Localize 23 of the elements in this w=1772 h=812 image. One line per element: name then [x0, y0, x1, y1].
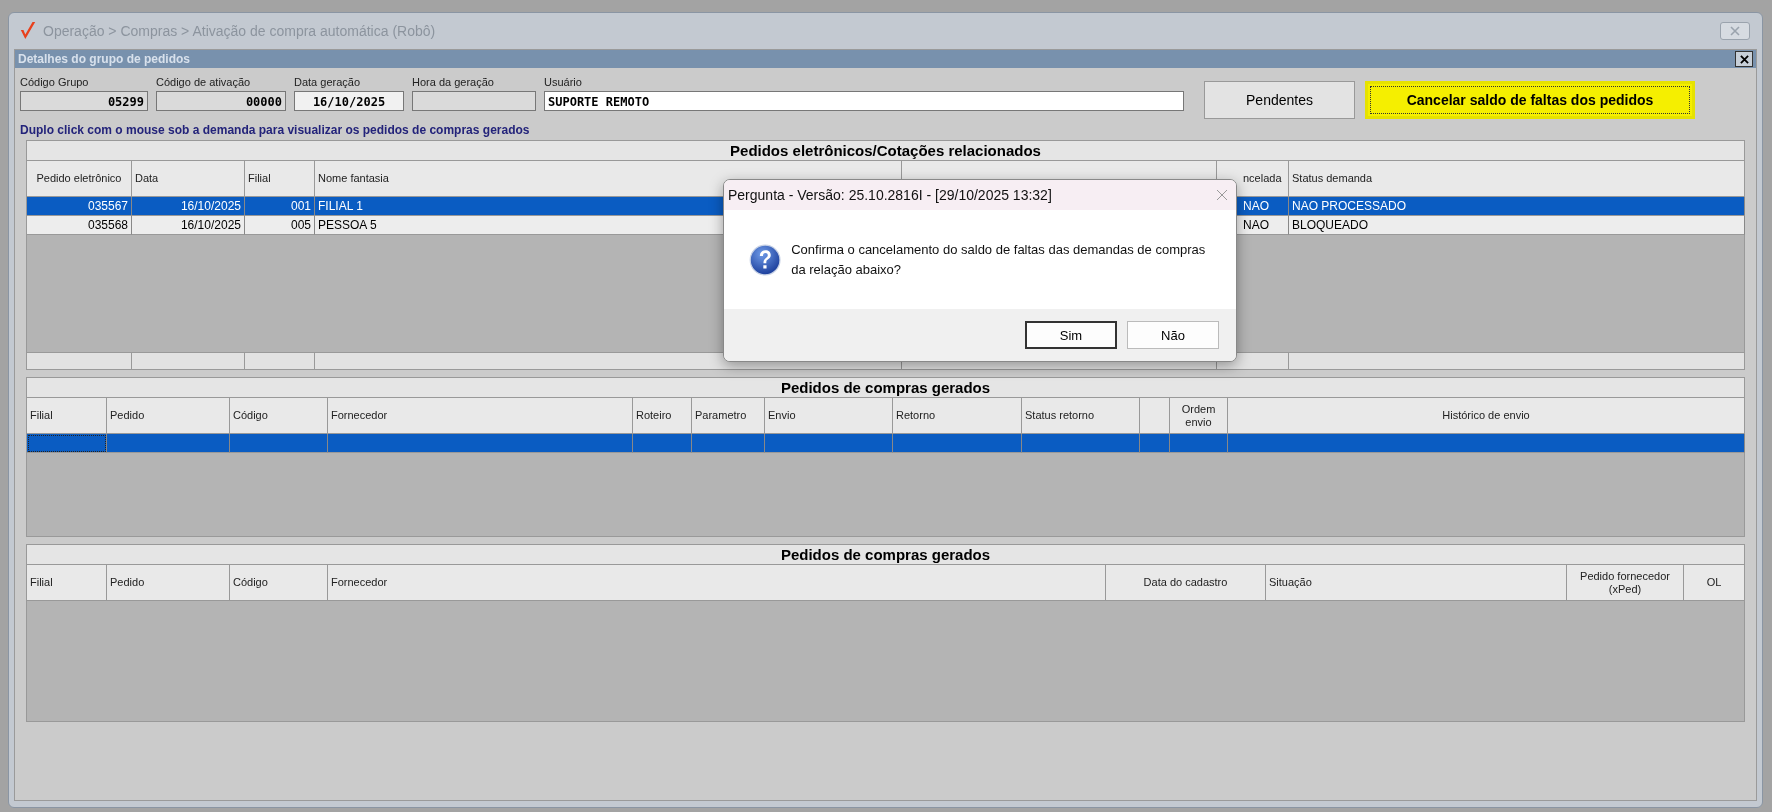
table-cell: 035567 — [87, 199, 128, 213]
table-title: Pedidos de compras gerados — [26, 544, 1745, 565]
table-cell: PESSOA 5 — [318, 218, 377, 232]
table-cell: FILIAL 1 — [318, 199, 363, 213]
field-label: Data geração — [294, 76, 362, 88]
table-cell: 16/10/2025 — [180, 218, 241, 232]
table-cell: NAO — [1243, 218, 1269, 232]
table-cell: 001 — [290, 199, 311, 213]
table-cell: 005 — [290, 218, 311, 232]
field-label: Código Grupo — [20, 76, 90, 88]
table-cell: NAO PROCESSADO — [1292, 199, 1407, 213]
table-cell: BLOQUEADO — [1292, 218, 1369, 232]
hint-text: Duplo click com o mouse sob a demanda para visualizar os pedidos de compras gerados — [19, 122, 531, 137]
table-title: Pedidos de compras gerados — [26, 377, 1745, 398]
dialog-message: Confirma o cancelamento do saldo de faltas das demandas de compras da relação abaixo? — [791, 240, 1207, 279]
field-label: Código de ativação — [156, 76, 252, 88]
table-cell: 035568 — [87, 218, 128, 232]
table-cell: 16/10/2025 — [180, 199, 241, 213]
table-title: Pedidos eletrônicos/Cotações relacionados — [26, 140, 1745, 161]
field-label: Hora da geração — [412, 76, 495, 88]
panel-title: Detalhes do grupo de pedidos — [18, 52, 190, 66]
table-cell: NAO — [1243, 199, 1269, 213]
field-label: Usuário — [544, 76, 583, 88]
